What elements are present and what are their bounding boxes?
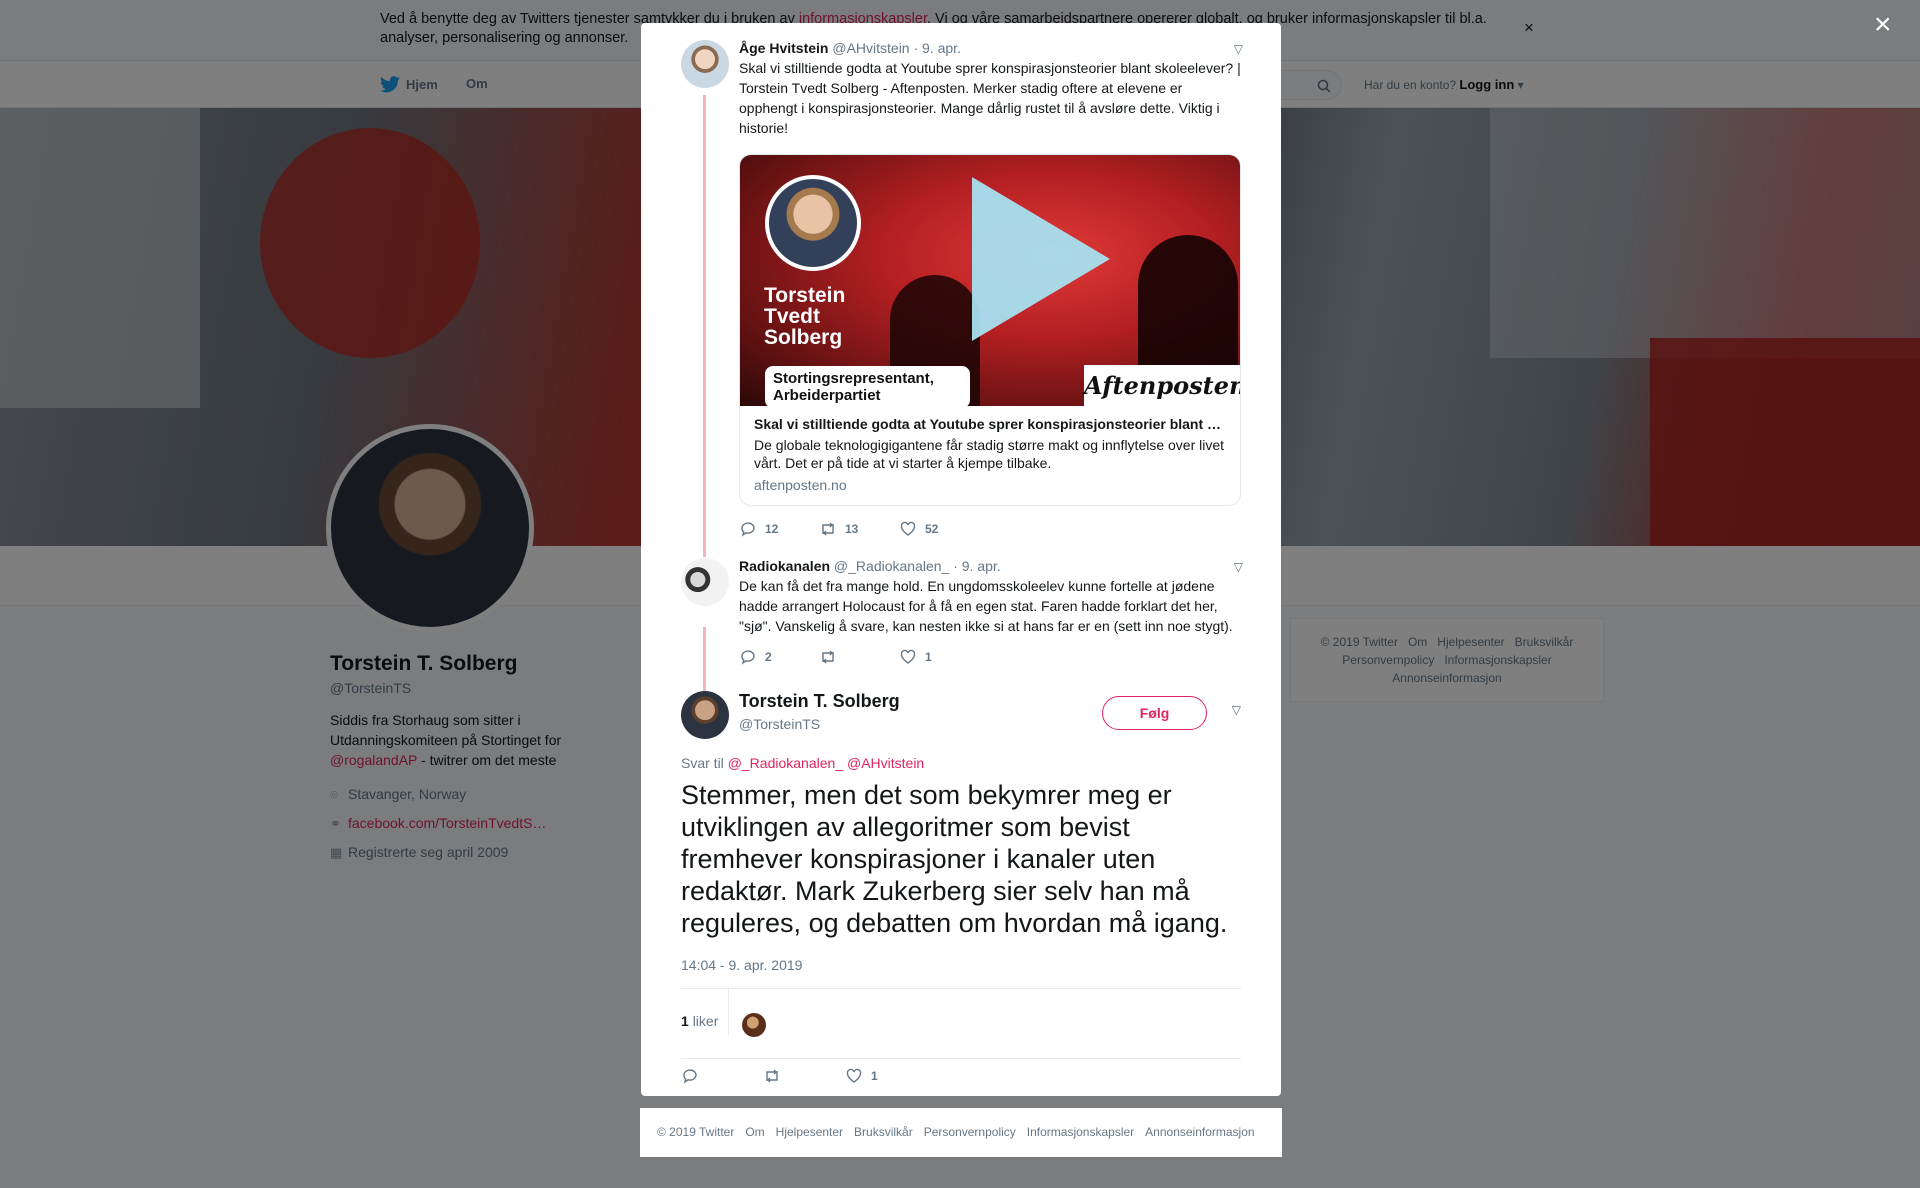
- author-name[interactable]: Torstein T. Solberg: [739, 691, 900, 712]
- heart-icon: [900, 521, 916, 536]
- footer-link[interactable]: Bruksvilkår: [854, 1125, 913, 1139]
- link-card[interactable]: Torstein Tvedt Solberg Stortingsrepresen…: [739, 154, 1241, 506]
- footer-link[interactable]: Informasjonskapsler: [1027, 1125, 1134, 1139]
- follow-button[interactable]: Følg: [1102, 696, 1207, 730]
- modal-close-button[interactable]: ×: [1874, 10, 1892, 40]
- tweet-header: Åge Hvitstein @AHvitstein · 9. apr.: [739, 40, 1243, 56]
- liker-avatar[interactable]: [742, 1013, 766, 1037]
- tweet-actions: 2 1: [739, 648, 1243, 666]
- tweet-text: De kan få det fra mange hold. En ungdoms…: [739, 578, 1233, 634]
- card-description: De globale teknologigigantene får stadig…: [754, 437, 1225, 471]
- reply-count: 2: [765, 650, 772, 664]
- avatar[interactable]: [681, 40, 729, 88]
- footer-link[interactable]: Om: [745, 1125, 764, 1139]
- chevron-down-icon[interactable]: ▽: [1234, 560, 1243, 574]
- aftenposten-logo: Aftenposten: [1084, 365, 1240, 406]
- reply-icon: [741, 650, 755, 665]
- tweet-text: Skal vi stilltiende godta at Youtube spr…: [739, 60, 1241, 136]
- like-button[interactable]: 1: [899, 648, 979, 666]
- tweet-modal: Åge Hvitstein @AHvitstein · 9. apr. ▽ Sk…: [641, 23, 1281, 1096]
- retweet-button[interactable]: [819, 648, 899, 666]
- reply-mention[interactable]: @_Radiokanalen_: [728, 755, 843, 771]
- tweet-actions: 12 13 52: [739, 520, 1243, 538]
- like-count: 52: [925, 522, 939, 536]
- retweet-count: 13: [845, 522, 859, 536]
- like-button[interactable]: 52: [899, 520, 979, 538]
- card-title: Skal vi stilltiende godta at Youtube spr…: [754, 416, 1222, 432]
- footer-link[interactable]: Annonseinformasjon: [1145, 1125, 1254, 1139]
- like-count: 1: [871, 1069, 878, 1083]
- thread-line: [703, 95, 706, 557]
- like-button[interactable]: 1: [845, 1067, 927, 1085]
- author-handle[interactable]: @AHvitstein: [832, 40, 909, 56]
- retweet-icon: [766, 1069, 778, 1083]
- reply-context: Svar til @_Radiokanalen_ @AHvitstein: [681, 755, 925, 771]
- like-count: 1: [925, 650, 932, 664]
- tweet-timestamp[interactable]: 14:04 - 9. apr. 2019: [681, 957, 802, 973]
- reply-button[interactable]: 12: [739, 520, 819, 538]
- author-name[interactable]: Åge Hvitstein: [739, 40, 828, 56]
- tweet-date[interactable]: · 9. apr.: [953, 558, 1000, 574]
- reply-icon: [741, 522, 755, 537]
- card-image-role: Stortingsrepresentant, Arbeiderpartiet: [765, 366, 970, 408]
- likes-row: 1 liker: [681, 988, 1241, 1059]
- reply-count: 12: [765, 522, 779, 536]
- author-name[interactable]: Radiokanalen: [739, 558, 830, 574]
- author-handle[interactable]: @TorsteinTS: [739, 716, 820, 732]
- reply-button[interactable]: 2: [739, 648, 819, 666]
- footer-link[interactable]: © 2019 Twitter: [657, 1125, 734, 1139]
- tweet-text: Stemmer, men det som bekymrer meg er utv…: [681, 780, 1228, 938]
- card-image-name: Torstein Tvedt Solberg: [764, 284, 846, 349]
- reply-mention[interactable]: @AHvitstein: [847, 755, 924, 771]
- card-image: Torstein Tvedt Solberg Stortingsrepresen…: [740, 155, 1240, 408]
- tweet-date[interactable]: · 9. apr.: [913, 40, 960, 56]
- avatar[interactable]: [681, 691, 729, 739]
- retweet-button[interactable]: 13: [819, 520, 899, 538]
- retweet-icon: [822, 650, 834, 664]
- avatar[interactable]: [681, 558, 729, 606]
- modal-footer: © 2019 Twitter Om Hjelpesenter Bruksvilkår P…: [640, 1108, 1282, 1157]
- footer-link[interactable]: Personvernpolicy: [924, 1125, 1016, 1139]
- chevron-down-icon[interactable]: ▽: [1232, 703, 1241, 717]
- retweet-icon: [822, 522, 834, 536]
- play-icon: [972, 177, 1110, 341]
- retweet-button[interactable]: [763, 1067, 845, 1085]
- reply-icon: [683, 1069, 697, 1084]
- heart-icon: [900, 649, 916, 664]
- tweet-actions: 1: [681, 1067, 927, 1085]
- footer-link[interactable]: Hjelpesenter: [776, 1125, 843, 1139]
- heart-icon: [846, 1068, 862, 1083]
- chevron-down-icon[interactable]: ▽: [1234, 42, 1243, 56]
- tweet-header: Radiokanalen @_Radiokanalen_ · 9. apr.: [739, 558, 1243, 574]
- reply-button[interactable]: [681, 1067, 763, 1085]
- card-portrait: [765, 175, 861, 271]
- likes-summary[interactable]: 1 liker: [681, 1013, 718, 1029]
- author-handle[interactable]: @_Radiokanalen_: [834, 558, 949, 574]
- card-domain: aftenposten.no: [754, 477, 847, 493]
